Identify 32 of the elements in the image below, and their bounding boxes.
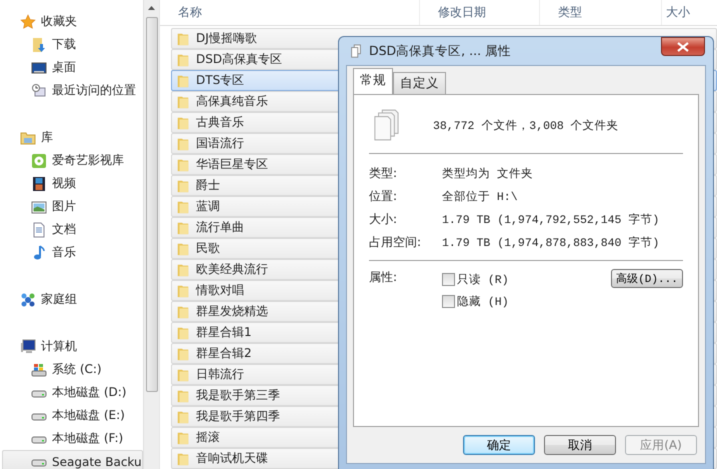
folder-name: 国语流行 [196, 135, 244, 152]
field-value: 全部位于 H:\ [442, 189, 518, 204]
field-label: 大小: [369, 211, 398, 228]
field-value: 1.79 TB (1,974,878,883,840 字节) [442, 235, 660, 250]
field-label: 占用空间: [369, 234, 422, 251]
folder-name: DJ慢摇嗨歌 [196, 30, 257, 47]
folder-name: 欧美经典流行 [196, 261, 268, 278]
folder-name: 群星发烧精选 [196, 303, 268, 320]
folder-name: DTS专区 [196, 72, 244, 89]
field-label: 类型: [369, 165, 398, 182]
window-title: DSD高保真专区, ... 属性 [369, 42, 512, 60]
field-label: 属性: [369, 269, 398, 286]
folder-name: 日韩流行 [196, 366, 244, 383]
folder-name: DSD高保真专区 [196, 51, 282, 68]
folder-name: 爵士 [196, 177, 220, 194]
folder-name: 古典音乐 [196, 114, 244, 131]
field-value: 1.79 TB (1,974,792,552,145 字节) [442, 212, 660, 227]
folder-name: 音响试机天碟 [196, 450, 268, 467]
folder-name: 情歌对唱 [196, 282, 244, 299]
folder-name: 摇滚 [196, 429, 220, 446]
folder-name: 群星合辑2 [196, 345, 252, 362]
field-label: 位置: [369, 188, 398, 205]
folder-name: 我是歌手第三季 [196, 387, 280, 404]
folder-name: 高保真纯音乐 [196, 93, 268, 110]
folder-name: 群星合辑1 [196, 324, 252, 341]
field-value: 类型均为 文件夹 [442, 166, 533, 181]
folder-name: 流行单曲 [196, 219, 244, 236]
file-count-text: 38,772 个文件，3,008 个文件夹 [433, 118, 619, 132]
folder-name: 民歌 [196, 240, 220, 257]
folder-name: 我是歌手第四季 [196, 408, 280, 425]
folder-name: 华语巨星专区 [196, 156, 268, 173]
folder-name: 蓝调 [196, 198, 220, 215]
